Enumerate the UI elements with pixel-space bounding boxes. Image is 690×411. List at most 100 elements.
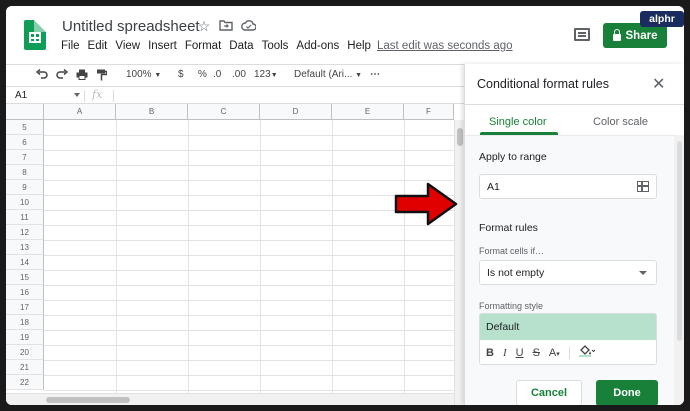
redo-icon[interactable] bbox=[56, 68, 69, 82]
row-header[interactable]: 17 bbox=[6, 300, 44, 315]
percent-format-button[interactable]: % bbox=[198, 69, 207, 80]
condition-dropdown[interactable]: Is not empty bbox=[479, 260, 657, 285]
menu-add-ons[interactable]: Add-ons bbox=[296, 40, 339, 52]
paint-format-icon[interactable] bbox=[96, 69, 108, 84]
row-header[interactable]: 12 bbox=[6, 225, 44, 240]
row-header[interactable]: 11 bbox=[6, 210, 44, 225]
close-icon[interactable]: ✕ bbox=[652, 74, 665, 94]
row-header[interactable]: 10 bbox=[6, 195, 44, 210]
grid-line bbox=[44, 165, 454, 166]
grid-line bbox=[116, 120, 117, 405]
cancel-button[interactable]: Cancel bbox=[516, 380, 582, 405]
share-label: Share bbox=[625, 29, 658, 42]
grid-line bbox=[44, 180, 454, 181]
row-header[interactable]: 14 bbox=[6, 255, 44, 270]
undo-icon[interactable] bbox=[35, 68, 48, 82]
document-title[interactable]: Untitled spreadsheet bbox=[62, 18, 200, 35]
toolbar: 100% ▼ $ % .0 .00 123▼ Default (Ari... ▼… bbox=[6, 64, 464, 86]
done-button[interactable]: Done bbox=[596, 380, 658, 405]
row-header[interactable]: 20 bbox=[6, 345, 44, 360]
panel-divider bbox=[465, 104, 684, 105]
horizontal-scrollbar[interactable] bbox=[6, 393, 454, 405]
app-window: Untitled spreadsheet ☆ File Edit View In… bbox=[6, 6, 684, 405]
menu-edit[interactable]: Edit bbox=[88, 40, 108, 52]
row-header[interactable]: 8 bbox=[6, 165, 44, 180]
vertical-scroll-thumb[interactable] bbox=[457, 128, 463, 146]
column-header-c[interactable]: C bbox=[188, 104, 260, 120]
bold-button[interactable]: B bbox=[486, 347, 494, 359]
chevron-down-icon bbox=[639, 271, 647, 275]
currency-format-button[interactable]: $ bbox=[178, 69, 184, 80]
row-header[interactable]: 15 bbox=[6, 270, 44, 285]
text-color-button[interactable]: A ▾ bbox=[549, 347, 560, 359]
horizontal-scroll-thumb[interactable] bbox=[46, 397, 130, 403]
grid-line bbox=[188, 120, 189, 405]
column-header-d[interactable]: D bbox=[260, 104, 332, 120]
menu-insert[interactable]: Insert bbox=[148, 40, 177, 52]
row-header[interactable]: 16 bbox=[6, 285, 44, 300]
sheets-logo-icon[interactable] bbox=[24, 20, 46, 50]
underline-button[interactable]: U bbox=[516, 347, 524, 359]
move-folder-icon[interactable] bbox=[218, 18, 234, 35]
row-header[interactable]: 5 bbox=[6, 120, 44, 135]
formatting-style-box: Default B I U S A ▾ bbox=[479, 313, 657, 365]
grid-line bbox=[44, 330, 454, 331]
column-header-a[interactable]: A bbox=[44, 104, 116, 120]
conditional-format-panel: Conditional format rules ✕ Single color … bbox=[464, 64, 684, 405]
increase-decimals-button[interactable]: .00 bbox=[232, 69, 246, 80]
menu-tools[interactable]: Tools bbox=[262, 40, 289, 52]
strikethrough-button[interactable]: S bbox=[533, 347, 540, 359]
grid-line bbox=[332, 120, 333, 405]
tab-color-scale[interactable]: Color scale bbox=[593, 116, 648, 128]
select-range-icon[interactable] bbox=[637, 181, 649, 192]
apply-to-range-label: Apply to range bbox=[479, 151, 547, 163]
grid-line bbox=[260, 120, 261, 405]
fill-color-icon[interactable] bbox=[578, 345, 596, 360]
name-box-dropdown-icon[interactable] bbox=[74, 93, 80, 97]
menu-view[interactable]: View bbox=[115, 40, 140, 52]
more-formats-select[interactable]: 123▼ bbox=[254, 69, 278, 80]
column-header-b[interactable]: B bbox=[116, 104, 188, 120]
cloud-saved-icon[interactable] bbox=[240, 18, 257, 35]
vertical-scrollbar[interactable] bbox=[454, 120, 464, 405]
menu-data[interactable]: Data bbox=[229, 40, 253, 52]
select-all-corner[interactable] bbox=[6, 104, 44, 120]
format-cells-if-label: Format cells if… bbox=[479, 246, 545, 256]
spreadsheet-grid[interactable]: A B C D E F 5 6 7 8 9 10 11 12 13 14 15 … bbox=[6, 104, 464, 405]
range-input[interactable]: A1 bbox=[479, 174, 657, 199]
grid-line bbox=[44, 255, 454, 256]
star-icon[interactable]: ☆ bbox=[196, 18, 212, 35]
more-options-button[interactable]: ⋯ bbox=[370, 69, 380, 80]
last-edit-link[interactable]: Last edit was seconds ago bbox=[377, 40, 513, 52]
panel-title: Conditional format rules bbox=[477, 77, 610, 91]
comment-history-icon[interactable] bbox=[574, 28, 590, 41]
name-box[interactable]: A1 bbox=[15, 90, 27, 101]
font-select[interactable]: Default (Ari... ▼ bbox=[294, 69, 362, 80]
row-header[interactable]: 6 bbox=[6, 135, 44, 150]
formatting-style-label: Formatting style bbox=[479, 301, 544, 311]
format-rules-label: Format rules bbox=[479, 222, 538, 234]
row-header[interactable]: 7 bbox=[6, 150, 44, 165]
row-header[interactable]: 9 bbox=[6, 180, 44, 195]
zoom-select[interactable]: 100% ▼ bbox=[126, 69, 161, 80]
row-header[interactable]: 18 bbox=[6, 315, 44, 330]
menu-file[interactable]: File bbox=[61, 40, 80, 52]
grid-line bbox=[44, 300, 454, 301]
row-header[interactable]: 13 bbox=[6, 240, 44, 255]
column-header-f[interactable]: F bbox=[404, 104, 454, 120]
row-header[interactable]: 19 bbox=[6, 330, 44, 345]
column-header-e[interactable]: E bbox=[332, 104, 404, 120]
print-icon[interactable] bbox=[76, 69, 88, 83]
tab-single-color[interactable]: Single color bbox=[489, 116, 546, 128]
row-header[interactable]: 22 bbox=[6, 375, 44, 390]
style-preview-dropdown[interactable]: Default bbox=[480, 314, 656, 340]
menu-format[interactable]: Format bbox=[185, 40, 221, 52]
panel-scroll-thumb[interactable] bbox=[677, 141, 682, 341]
grid-line bbox=[44, 285, 454, 286]
formula-separator bbox=[113, 90, 114, 102]
row-header[interactable]: 21 bbox=[6, 360, 44, 375]
menu-help[interactable]: Help bbox=[347, 40, 371, 52]
italic-button[interactable]: I bbox=[503, 347, 507, 359]
panel-scrollbar[interactable] bbox=[674, 135, 684, 405]
decrease-decimals-button[interactable]: .0 bbox=[213, 69, 221, 80]
